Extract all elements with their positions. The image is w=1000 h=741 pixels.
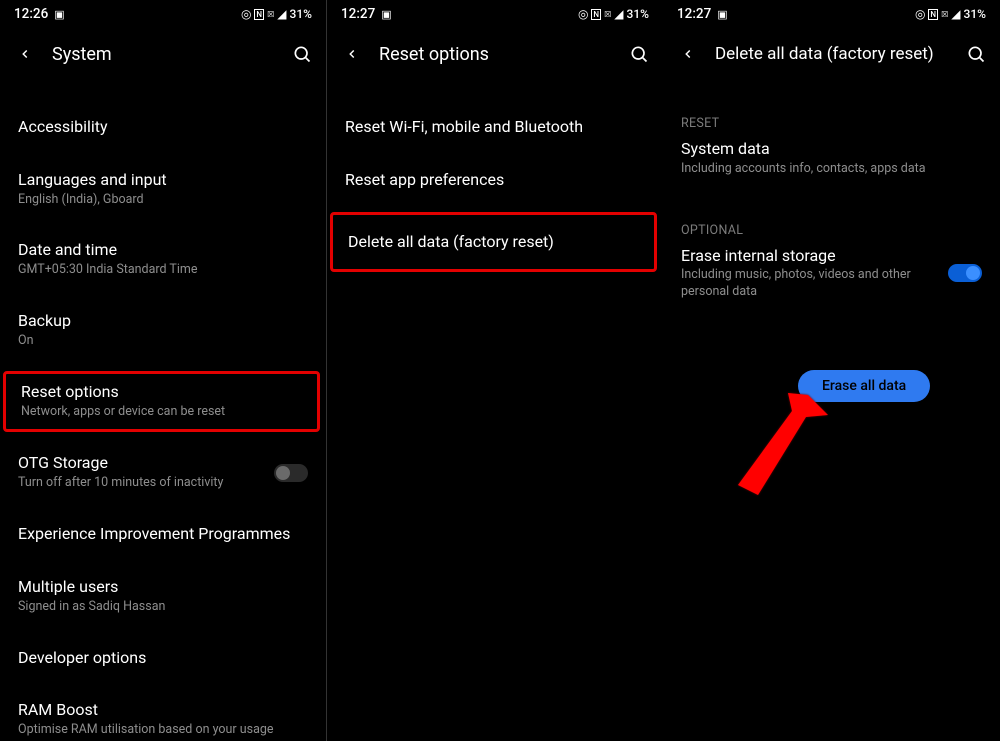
status-time: 12:27 xyxy=(341,6,375,22)
item-ramboost[interactable]: RAM BoostOptimise RAM utilisation based … xyxy=(0,689,326,741)
status-bar: 12:27 ▣ ◎ N ☒ ◢ 31% xyxy=(327,0,663,28)
status-battery: 31% xyxy=(290,7,312,21)
status-hotspot-icon: ◎ xyxy=(241,7,251,21)
status-screenshot-icon: ▣ xyxy=(381,8,391,21)
status-volte-icon: ☒ xyxy=(267,10,274,19)
panel-factory-reset: 12:27 ▣ ◎ N ☒ ◢ 31% Delete all data (fac… xyxy=(663,0,1000,741)
item-backup[interactable]: BackupOn xyxy=(0,300,326,361)
section-reset-label: RESET xyxy=(663,116,1000,131)
page-title: Reset options xyxy=(379,44,629,65)
search-icon[interactable] xyxy=(629,44,649,64)
content: Reset Wi-Fi, mobile and Bluetooth Reset … xyxy=(327,80,663,741)
item-delete-all-data[interactable]: Delete all data (factory reset) xyxy=(330,212,657,273)
back-icon[interactable] xyxy=(345,47,359,61)
status-time: 12:27 xyxy=(677,6,711,22)
item-otg-storage[interactable]: OTG StorageTurn off after 10 minutes of … xyxy=(0,442,326,503)
panel-reset-options: 12:27 ▣ ◎ N ☒ ◢ 31% Reset options Reset … xyxy=(326,0,663,741)
erase-all-data-button[interactable]: Erase all data xyxy=(798,370,930,402)
content: Accessibility Languages and inputEnglish… xyxy=(0,80,326,741)
status-signal-icon: ◢ xyxy=(614,7,623,21)
search-icon[interactable] xyxy=(292,44,312,64)
item-multiple-users[interactable]: Multiple usersSigned in as Sadiq Hassan xyxy=(0,566,326,627)
item-datetime[interactable]: Date and timeGMT+05:30 India Standard Ti… xyxy=(0,229,326,290)
search-icon[interactable] xyxy=(966,44,986,64)
item-erase-storage[interactable]: Erase internal storage Including music, … xyxy=(663,238,1000,313)
section-optional-label: OPTIONAL xyxy=(663,223,1000,238)
page-title: System xyxy=(52,44,292,65)
erase-storage-toggle[interactable] xyxy=(948,264,982,282)
item-system-data: System data Including accounts info, con… xyxy=(663,131,1000,189)
status-volte-icon: ☒ xyxy=(604,10,611,19)
status-nfc-icon: N xyxy=(591,9,601,20)
status-nfc-icon: N xyxy=(928,9,938,20)
back-icon[interactable] xyxy=(681,47,695,61)
status-screenshot-icon: ▣ xyxy=(54,8,64,21)
appbar: Reset options xyxy=(327,28,663,80)
status-volte-icon: ☒ xyxy=(941,10,948,19)
status-battery: 31% xyxy=(964,7,986,21)
status-time: 12:26 xyxy=(14,6,48,22)
item-languages[interactable]: Languages and inputEnglish (India), Gboa… xyxy=(0,159,326,220)
status-signal-icon: ◢ xyxy=(277,7,286,21)
status-bar: 12:27 ▣ ◎ N ☒ ◢ 31% xyxy=(663,0,1000,28)
item-accessibility[interactable]: Accessibility xyxy=(0,106,326,149)
item-reset-wifi[interactable]: Reset Wi-Fi, mobile and Bluetooth xyxy=(327,106,663,149)
appbar: System xyxy=(0,28,326,80)
status-battery: 31% xyxy=(627,7,649,21)
status-nfc-icon: N xyxy=(254,9,264,20)
item-reset-app-prefs[interactable]: Reset app preferences xyxy=(327,159,663,202)
item-experience[interactable]: Experience Improvement Programmes xyxy=(0,513,326,556)
back-icon[interactable] xyxy=(18,47,32,61)
status-bar: 12:26 ▣ ◎ N ☒ ◢ 31% xyxy=(0,0,326,28)
appbar: Delete all data (factory reset) xyxy=(663,28,1000,80)
status-signal-icon: ◢ xyxy=(951,7,960,21)
page-title: Delete all data (factory reset) xyxy=(715,44,966,64)
panel-system: 12:26 ▣ ◎ N ☒ ◢ 31% System Accessibility… xyxy=(0,0,326,741)
status-hotspot-icon: ◎ xyxy=(915,7,925,21)
status-hotspot-icon: ◎ xyxy=(578,7,588,21)
item-reset-options[interactable]: Reset optionsNetwork, apps or device can… xyxy=(3,371,320,433)
otg-toggle[interactable] xyxy=(274,464,308,482)
status-screenshot-icon: ▣ xyxy=(717,8,727,21)
content: RESET System data Including accounts inf… xyxy=(663,80,1000,741)
item-developer[interactable]: Developer options xyxy=(0,637,326,680)
